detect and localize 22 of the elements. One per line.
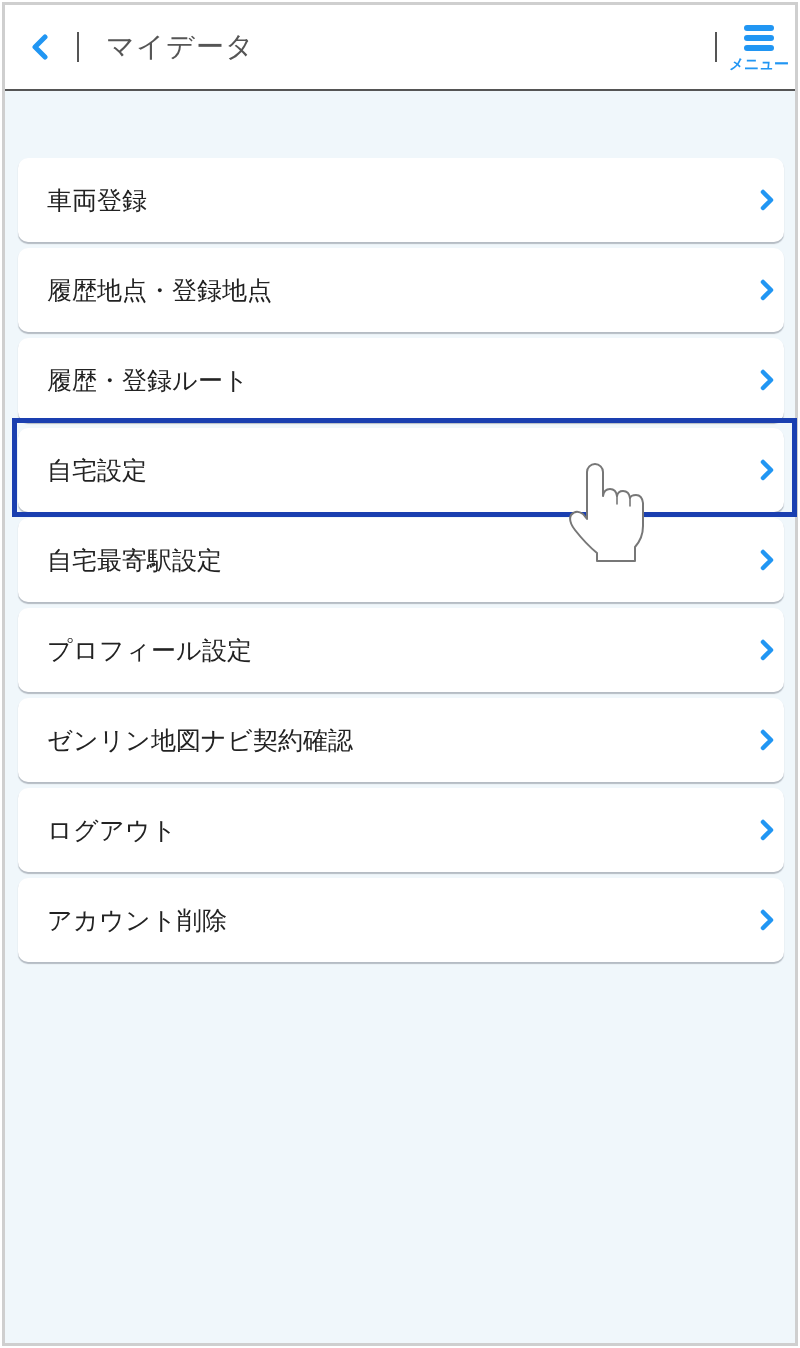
menu-label: メニュー bbox=[729, 55, 789, 72]
chevron-right-icon bbox=[760, 909, 774, 931]
chevron-right-icon bbox=[760, 279, 774, 301]
menu-item[interactable]: 自宅設定 bbox=[18, 428, 784, 512]
chevron-right-icon bbox=[760, 639, 774, 661]
menu-item[interactable]: 履歴地点・登録地点 bbox=[18, 248, 784, 332]
menu-item[interactable]: ログアウト bbox=[18, 788, 784, 872]
menu-item[interactable]: 自宅最寄駅設定 bbox=[18, 518, 784, 602]
chevron-right-icon bbox=[760, 459, 774, 481]
chevron-right-icon bbox=[760, 549, 774, 571]
chevron-left-icon bbox=[31, 34, 49, 60]
menu-item[interactable]: プロフィール設定 bbox=[18, 608, 784, 692]
chevron-right-icon bbox=[760, 729, 774, 751]
chevron-right-icon bbox=[760, 819, 774, 841]
chevron-right-icon bbox=[760, 189, 774, 211]
chevron-right-icon bbox=[760, 369, 774, 391]
page-title: マイデータ bbox=[106, 29, 255, 65]
back-button[interactable] bbox=[31, 34, 49, 60]
menu-icon bbox=[744, 24, 774, 51]
menu-item[interactable]: アカウント削除 bbox=[18, 878, 784, 962]
menu-item[interactable]: ゼンリン地図ナビ契約確認 bbox=[18, 698, 784, 782]
menu-item[interactable]: 車両登録 bbox=[18, 158, 784, 242]
